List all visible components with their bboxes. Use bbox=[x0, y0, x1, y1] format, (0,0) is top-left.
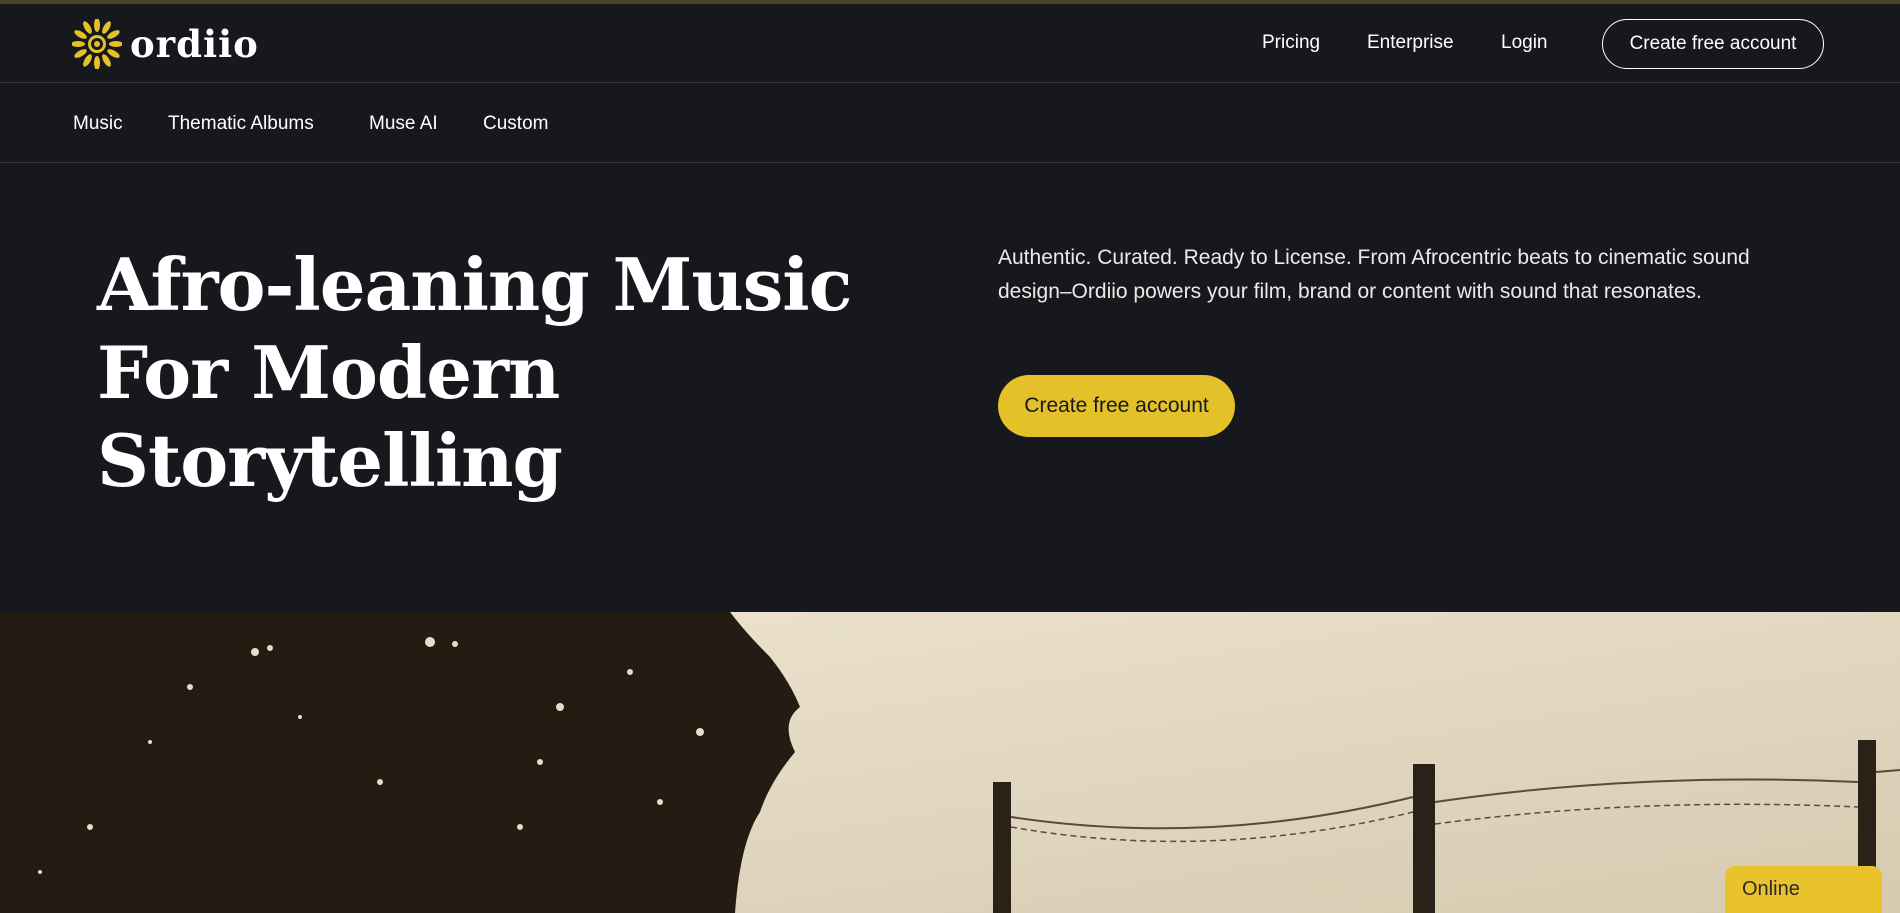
sub-nav-music[interactable]: Music bbox=[73, 113, 123, 135]
hero-create-free-account-button[interactable]: Create free account bbox=[998, 375, 1235, 437]
hero-background-photo bbox=[0, 612, 1900, 913]
sub-nav-muse-ai[interactable]: Muse AI bbox=[369, 113, 438, 135]
hero-description: Authentic. Curated. Ready to License. Fr… bbox=[998, 246, 1750, 303]
sunset-fence-scene-image bbox=[0, 612, 1900, 913]
chat-online-status[interactable]: Online bbox=[1725, 866, 1882, 913]
nav-login-link[interactable]: Login bbox=[1501, 32, 1548, 54]
category-navigation: Music Thematic Albums Muse AI Custom bbox=[0, 83, 1900, 163]
sub-nav-thematic-albums[interactable]: Thematic Albums bbox=[168, 113, 314, 135]
hero-title: Afro-leaning Music For Modern Storytelli… bbox=[97, 241, 857, 505]
hero-title-line: Afro-leaning Music bbox=[97, 242, 852, 327]
hero-title-line: For Modern bbox=[97, 330, 560, 415]
hero-title-line: Storytelling bbox=[97, 418, 563, 503]
hero-section: Afro-leaning Music For Modern Storytelli… bbox=[0, 164, 1900, 612]
site-header: ordiio Pricing Enterprise Login Create f… bbox=[0, 4, 1900, 83]
nav-pricing-link[interactable]: Pricing bbox=[1262, 32, 1320, 54]
nav-enterprise-link[interactable]: Enterprise bbox=[1367, 32, 1454, 54]
sub-nav-custom[interactable]: Custom bbox=[483, 113, 548, 135]
top-navigation: Pricing Enterprise Login Create free acc… bbox=[0, 4, 1900, 83]
create-free-account-button[interactable]: Create free account bbox=[1602, 19, 1824, 69]
